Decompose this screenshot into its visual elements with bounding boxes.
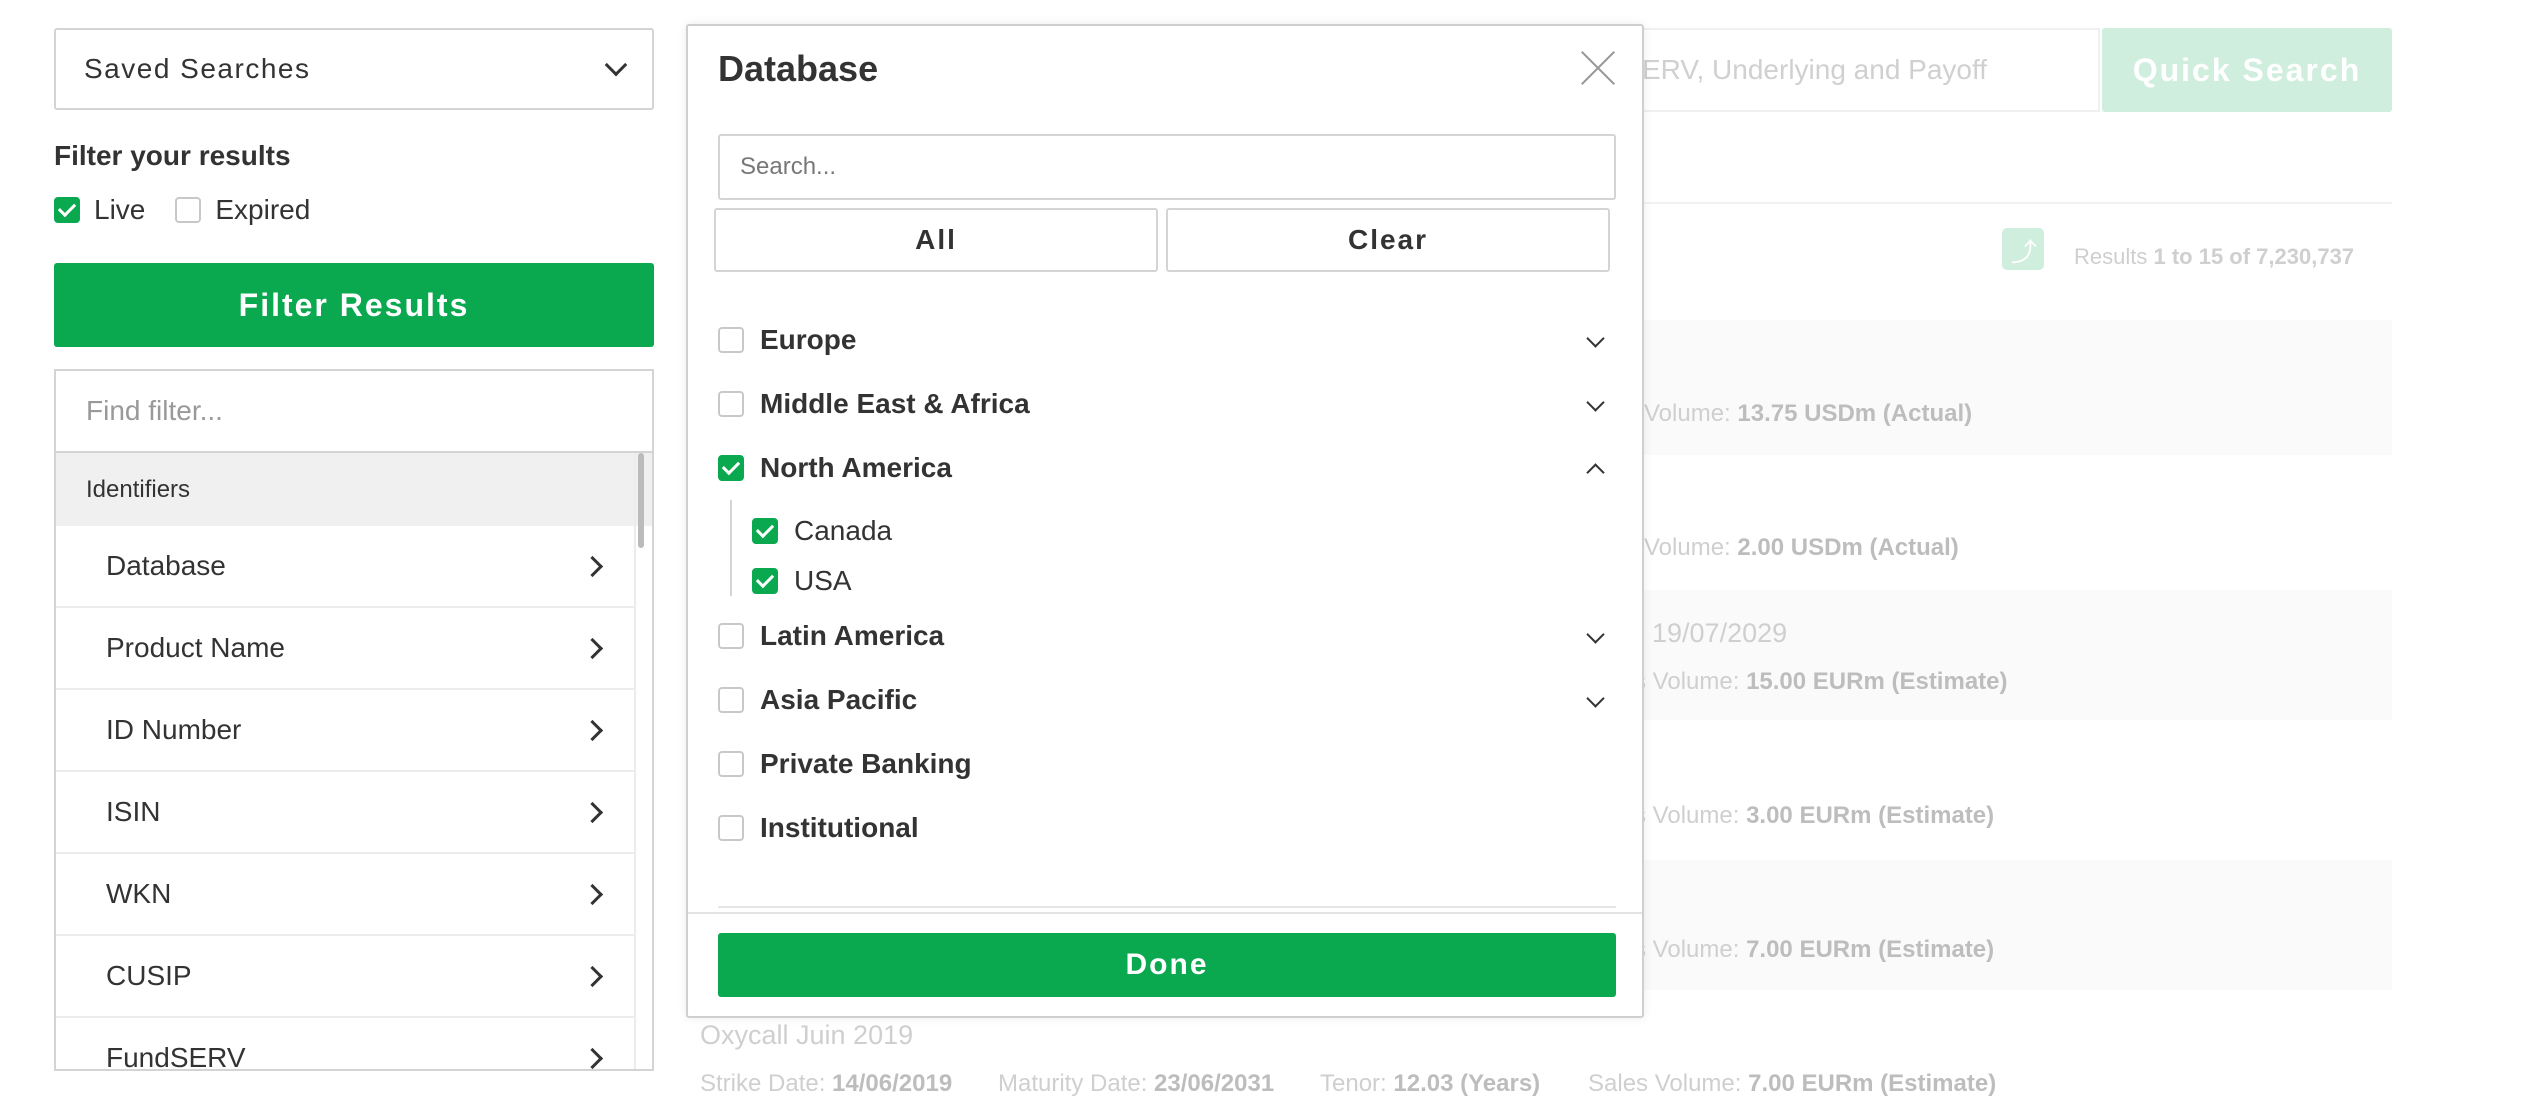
subregion-label: USA — [794, 565, 852, 596]
filter-item-product-name[interactable]: Product Name — [56, 608, 634, 690]
region-institutional[interactable]: Institutional — [718, 796, 1616, 860]
region-checkbox[interactable] — [718, 751, 744, 777]
region-asia-pacific[interactable]: Asia Pacific — [718, 668, 1616, 732]
north-america-children: Canada USA — [730, 500, 1616, 596]
result-sales-volume: Sales Volume: 7.00 EURm (Estimate) — [1588, 1070, 1997, 1097]
region-label: Middle East & Africa — [760, 388, 1030, 419]
filter-item-label: CUSIP — [106, 960, 192, 991]
chevron-down-icon[interactable] — [1586, 689, 1605, 708]
chevron-down-icon[interactable] — [1586, 329, 1605, 348]
region-checkbox[interactable] — [718, 455, 744, 481]
region-private-banking[interactable]: Private Banking — [718, 732, 1616, 796]
quick-search-button[interactable]: Quick Search — [2102, 28, 2392, 112]
status-filter: Live Expired — [54, 194, 340, 226]
result-volume: Volume: 2.00 USDm (Actual) — [1644, 534, 1959, 561]
group-identifiers[interactable]: Identifiers — [56, 453, 652, 526]
filter-item-cusip[interactable]: CUSIP — [56, 936, 634, 1018]
scrollbar-thumb[interactable] — [638, 453, 644, 548]
expired-checkbox[interactable] — [175, 197, 202, 223]
filter-item-label: WKN — [106, 878, 172, 909]
region-label: Asia Pacific — [760, 684, 918, 715]
filter-item-label: Product Name — [106, 632, 285, 663]
share-icon[interactable] — [2002, 228, 2044, 270]
chevron-down-icon[interactable] — [1586, 393, 1605, 412]
result-product-name[interactable]: Oxycall Juin 2019 — [700, 1020, 913, 1051]
result-volume: s Volume: 15.00 EURm (Estimate) — [1634, 668, 2008, 695]
close-icon[interactable] — [1578, 48, 1618, 88]
result-volume: Volume: 13.75 USDm (Actual) — [1644, 400, 1973, 427]
done-button[interactable]: Done — [718, 933, 1616, 997]
filter-item-label: ISIN — [106, 796, 161, 827]
region-checkbox[interactable] — [718, 687, 744, 713]
subregion-checkbox[interactable] — [752, 568, 778, 594]
region-label: Latin America — [760, 620, 945, 651]
region-list: Europe Middle East & Africa North Americ… — [718, 308, 1616, 908]
result-date: 19/07/2029 — [1652, 618, 1788, 648]
region-latin-america[interactable]: Latin America — [718, 604, 1616, 668]
filter-item-wkn[interactable]: WKN — [56, 854, 634, 936]
region-checkbox[interactable] — [718, 623, 744, 649]
filter-item-database[interactable]: Database — [56, 526, 634, 608]
result-row-bg — [1640, 860, 2392, 990]
chevron-right-icon — [581, 883, 604, 905]
region-checkbox[interactable] — [718, 815, 744, 841]
region-label: North America — [760, 452, 952, 483]
chevron-up-icon[interactable] — [1586, 463, 1605, 482]
result-volume: s Volume: 3.00 EURm (Estimate) — [1634, 802, 1995, 829]
modal-search-input[interactable]: Search... — [718, 134, 1616, 200]
chevron-right-icon — [581, 555, 604, 577]
expired-label: Expired — [215, 194, 311, 225]
find-filter-input[interactable]: Find filter... — [54, 369, 654, 451]
filter-item-label: ID Number — [106, 714, 242, 745]
result-strike-date: Strike Date: 14/06/2019 — [700, 1070, 953, 1097]
select-all-button[interactable]: All — [714, 208, 1158, 272]
result-row-bg — [1640, 320, 2392, 455]
modal-title: Database — [718, 48, 879, 89]
filter-item-fundserv[interactable]: FundSERV — [56, 1018, 634, 1071]
chevron-right-icon — [581, 965, 604, 987]
region-label: Institutional — [760, 812, 919, 843]
divider — [1640, 202, 2392, 204]
region-checkbox[interactable] — [718, 391, 744, 417]
filter-tree: Identifiers Database Product Name ID Num… — [54, 451, 654, 1071]
subregion-canada[interactable]: Canada — [752, 506, 1616, 556]
saved-searches-label: Saved Searches — [84, 53, 311, 84]
filter-item-label: FundSERV — [106, 1042, 246, 1071]
filter-results-button[interactable]: Filter Results — [54, 263, 654, 347]
subregion-label: Canada — [794, 515, 893, 546]
region-label: Europe — [760, 324, 857, 355]
region-europe[interactable]: Europe — [718, 308, 1616, 372]
scrollbar-track[interactable] — [634, 453, 652, 1069]
chevron-right-icon — [581, 637, 604, 659]
region-checkbox[interactable] — [718, 327, 744, 353]
filter-item-id-number[interactable]: ID Number — [56, 690, 634, 772]
result-volume: s Volume: 7.00 EURm (Estimate) — [1634, 936, 1995, 963]
chevron-right-icon — [581, 719, 604, 741]
saved-searches-dropdown[interactable]: Saved Searches — [54, 28, 654, 110]
subregion-checkbox[interactable] — [752, 518, 778, 544]
subregion-usa[interactable]: USA — [752, 556, 1616, 606]
filter-item-isin[interactable]: ISIN — [56, 772, 634, 854]
region-label: Private Banking — [760, 748, 972, 779]
chevron-down-icon[interactable] — [1586, 625, 1605, 644]
filter-title: Filter your results — [54, 140, 291, 171]
quick-search-input[interactable]: ERV, Underlying and Payoff — [1640, 28, 2100, 112]
modal-footer-divider — [688, 912, 1642, 914]
chevron-right-icon — [581, 1047, 604, 1069]
result-tenor: Tenor: 12.03 (Years) — [1320, 1070, 1541, 1097]
live-checkbox[interactable] — [54, 197, 80, 223]
region-north-america[interactable]: North America — [718, 436, 1616, 500]
live-label: Live — [94, 194, 146, 225]
chevron-down-icon — [604, 53, 628, 77]
result-row-bg — [1640, 590, 2392, 720]
clear-button[interactable]: Clear — [1166, 208, 1610, 272]
database-modal: Database Search... All Clear Europe Midd… — [686, 24, 1644, 1018]
region-middle-east-africa[interactable]: Middle East & Africa — [718, 372, 1616, 436]
filter-item-label: Database — [106, 550, 226, 581]
results-count: Results 1 to 15 of 7,230,737 — [2074, 244, 2355, 269]
chevron-right-icon — [581, 801, 604, 823]
result-maturity-date: Maturity Date: 23/06/2031 — [998, 1070, 1275, 1097]
